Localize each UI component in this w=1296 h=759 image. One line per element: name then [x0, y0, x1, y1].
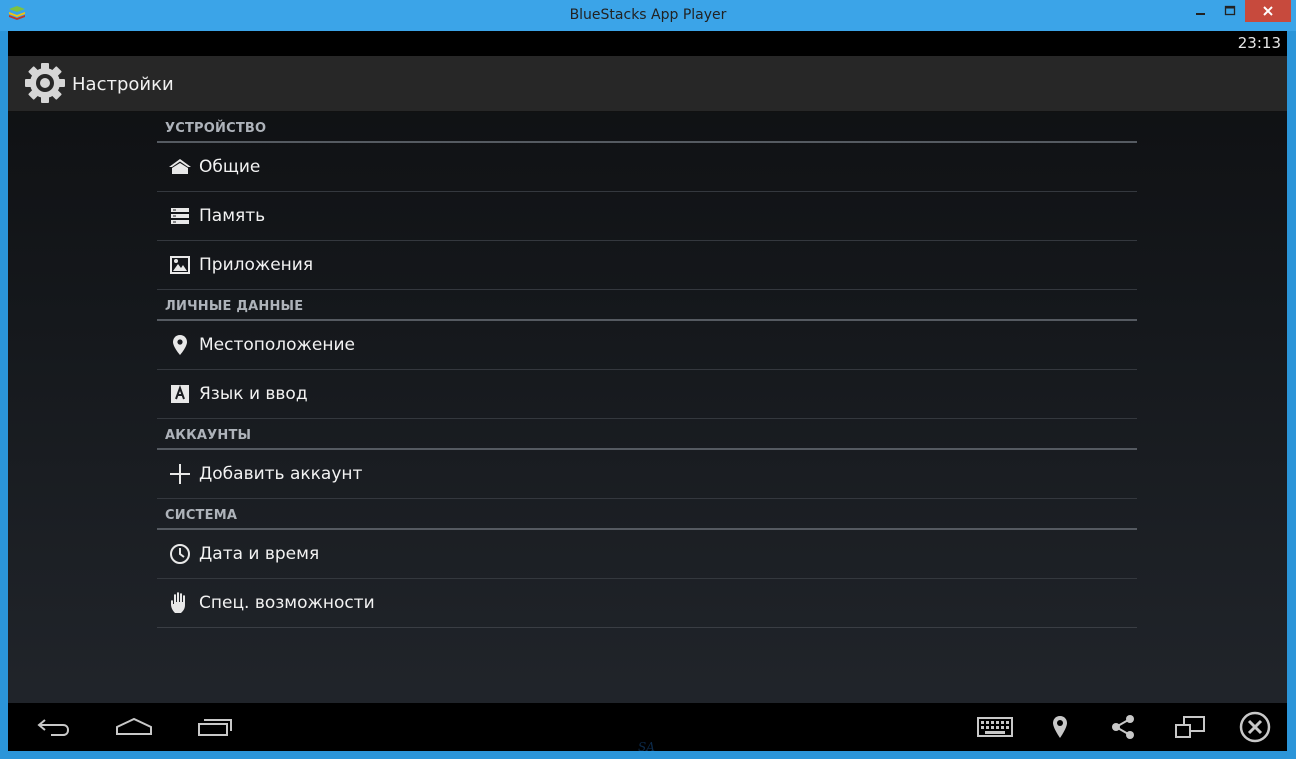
close-icon	[1263, 6, 1273, 16]
status-bar: 23:13	[8, 31, 1287, 56]
section-header-device: УСТРОЙСТВО	[157, 112, 1137, 143]
settings-item-label: Память	[199, 206, 266, 226]
settings-item-label: Общие	[199, 157, 261, 177]
screens-icon	[1175, 716, 1205, 738]
keyboard-button[interactable]	[975, 711, 1015, 743]
location-icon	[1053, 716, 1067, 738]
settings-item-general[interactable]: Общие	[157, 143, 1137, 192]
action-bar: Настройки	[8, 56, 1287, 112]
back-button[interactable]	[30, 711, 76, 743]
section-header-personal: ЛИЧНЫЕ ДАННЫЕ	[157, 290, 1137, 321]
storage-icon	[157, 192, 199, 241]
screens-button[interactable]	[1171, 711, 1209, 743]
maximize-icon	[1224, 5, 1236, 16]
settings-item-label: Местоположение	[199, 335, 355, 355]
plus-icon	[157, 450, 199, 499]
section-header-system: СИСТЕМА	[157, 499, 1137, 530]
settings-item-language[interactable]: Язык и ввод	[157, 370, 1137, 419]
hand-icon	[157, 579, 199, 628]
location-pin-icon	[157, 321, 199, 370]
home-button[interactable]	[111, 711, 157, 743]
recent-apps-icon	[198, 719, 232, 736]
settings-item-label: Приложения	[199, 255, 314, 275]
page-title: Настройки	[72, 74, 174, 95]
settings-item-location[interactable]: Местоположение	[157, 321, 1137, 370]
home-outline-icon	[116, 717, 152, 735]
recent-apps-button[interactable]	[192, 711, 238, 743]
home-icon	[157, 143, 199, 192]
window-titlebar: BlueStacks App Player	[0, 0, 1296, 31]
settings-item-label: Язык и ввод	[199, 384, 308, 404]
close-app-button[interactable]	[1236, 711, 1274, 743]
window-title: BlueStacks App Player	[569, 7, 727, 23]
settings-item-accessibility[interactable]: Спец. возможности	[157, 579, 1137, 628]
language-icon	[157, 370, 199, 419]
settings-item-add-account[interactable]: Добавить аккаунт	[157, 450, 1137, 499]
share-button[interactable]	[1107, 711, 1139, 743]
settings-item-storage[interactable]: Память	[157, 192, 1137, 241]
android-screen: 23:13 Настройки УСТРОЙСТВО Общие Память …	[8, 31, 1287, 751]
settings-item-label: Дата и время	[199, 544, 320, 564]
maximize-button[interactable]	[1217, 0, 1243, 22]
settings-item-apps[interactable]: Приложения	[157, 241, 1137, 290]
location-button[interactable]	[1046, 711, 1074, 743]
settings-list: УСТРОЙСТВО Общие Память Приложения ЛИЧНЫ…	[157, 112, 1137, 628]
section-header-accounts: АККАУНТЫ	[157, 419, 1137, 450]
close-circle-icon	[1239, 711, 1271, 743]
share-icon	[1112, 715, 1134, 739]
back-icon	[37, 719, 70, 736]
settings-item-label: Добавить аккаунт	[199, 464, 363, 484]
minimize-icon	[1196, 13, 1205, 15]
status-clock: 23:13	[1237, 34, 1281, 52]
window-close-button[interactable]	[1245, 0, 1291, 22]
settings-item-date-time[interactable]: Дата и время	[157, 530, 1137, 579]
watermark: SA	[638, 740, 655, 754]
minimize-button[interactable]	[1188, 0, 1214, 22]
settings-item-label: Спец. возможности	[199, 593, 375, 613]
clock-icon	[157, 530, 199, 579]
apps-icon	[157, 241, 199, 290]
keyboard-icon	[977, 717, 1013, 737]
settings-gear-icon[interactable]	[22, 60, 68, 106]
